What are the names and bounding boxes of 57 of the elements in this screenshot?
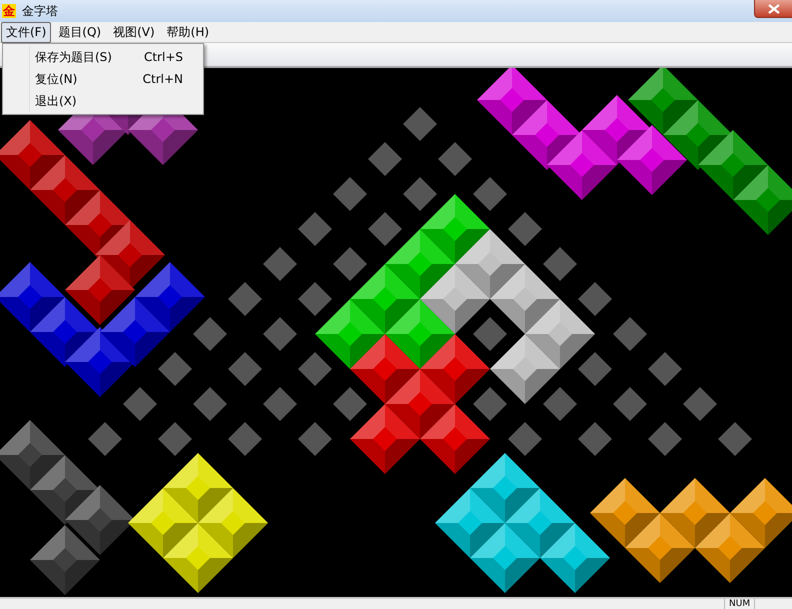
close-icon xyxy=(768,4,780,14)
board-peg xyxy=(123,387,157,421)
board-peg xyxy=(438,142,472,176)
menu-item[interactable]: 文件(F) xyxy=(1,22,52,42)
board-peg xyxy=(368,142,402,176)
board-peg xyxy=(473,317,507,351)
board-peg xyxy=(228,422,262,456)
board-peg xyxy=(578,352,612,386)
menu-item[interactable]: 题目(Q) xyxy=(53,22,106,42)
board-peg xyxy=(263,317,297,351)
board-peg xyxy=(228,352,262,386)
menu-item[interactable]: 帮助(H) xyxy=(162,22,214,42)
board-peg xyxy=(543,247,577,281)
puzzle-piece[interactable] xyxy=(590,478,792,583)
board-peg xyxy=(508,212,542,246)
board-peg xyxy=(368,212,402,246)
board-peg xyxy=(578,282,612,316)
board-peg xyxy=(158,422,192,456)
board-peg xyxy=(193,317,227,351)
board-peg xyxy=(578,422,612,456)
board-peg xyxy=(333,177,367,211)
board-peg xyxy=(473,177,507,211)
board-peg xyxy=(613,387,647,421)
menu-option[interactable]: 保存为题目(S) Ctrl+S xyxy=(29,46,203,68)
board-peg xyxy=(298,352,332,386)
puzzle-piece[interactable] xyxy=(128,453,268,593)
board-peg xyxy=(648,422,682,456)
board-peg xyxy=(403,107,437,141)
board-peg xyxy=(88,422,122,456)
board-peg xyxy=(298,422,332,456)
board-peg xyxy=(298,282,332,316)
board-peg xyxy=(263,247,297,281)
board-peg xyxy=(508,422,542,456)
board-peg xyxy=(298,212,332,246)
board-peg xyxy=(158,352,192,386)
board-peg xyxy=(718,422,752,456)
window-title: 金字塔 xyxy=(22,2,58,20)
board-peg xyxy=(683,387,717,421)
board-peg xyxy=(403,177,437,211)
board-peg xyxy=(263,387,297,421)
puzzle-piece[interactable] xyxy=(628,68,792,235)
board-peg xyxy=(613,317,647,351)
board-peg xyxy=(193,387,227,421)
board-peg xyxy=(543,387,577,421)
board-peg xyxy=(648,352,682,386)
app-icon: 金 xyxy=(2,4,16,18)
status-indicator: NUM xyxy=(724,599,756,609)
close-button[interactable] xyxy=(754,0,792,18)
board-peg xyxy=(473,387,507,421)
board-peg xyxy=(228,282,262,316)
puzzle-piece[interactable] xyxy=(350,334,490,474)
menu-option[interactable]: 退出(X) xyxy=(29,90,203,112)
menu-option[interactable]: 复位(N) Ctrl+N xyxy=(29,68,203,90)
board-peg xyxy=(333,387,367,421)
puzzle-piece[interactable] xyxy=(435,453,610,593)
board-peg xyxy=(333,247,367,281)
menu-item[interactable]: 视图(V) xyxy=(108,22,160,42)
